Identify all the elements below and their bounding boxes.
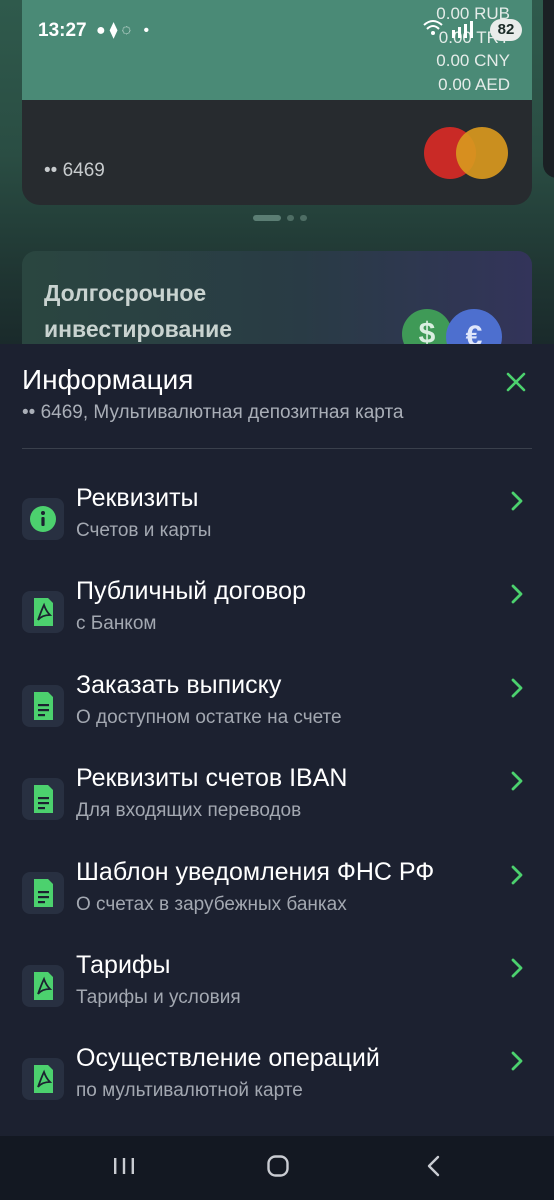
sheet-title: Информация [22,364,194,395]
menu-item-label: Тарифы [76,951,171,979]
icon-container [22,685,64,727]
menu-item-label: Осуществление операций [76,1044,380,1072]
sheet-subtitle: •• 6469, Мультивалютная депозитная карта [22,402,404,423]
menu-item-description: О счетах в зарубежных банках [76,894,347,915]
menu-item-label: Реквизиты счетов IBAN [76,764,348,792]
menu-item-label: Шаблон уведомления ФНС РФ [76,858,435,886]
dollar-coin-icon: $ [402,309,452,345]
menu-item-description: с Банком [76,613,157,634]
text-document-icon [34,785,53,813]
status-time: 13:27 [38,20,87,41]
chevron-right-icon [508,490,526,512]
chevron-right-icon [508,1050,526,1072]
chevron-right-icon [508,770,526,792]
menu-item-label: Реквизиты [76,484,199,512]
pdf-document-icon [34,972,53,1000]
home-icon[interactable] [266,1154,290,1183]
promo-title: Долгосрочное инвестирование [44,280,233,342]
icon-container [22,1058,64,1100]
info-bottom-sheet: Информация •• 6469, Мультивалютная депоз… [0,344,554,1136]
pdf-document-icon [34,598,53,626]
icon-container [22,778,64,820]
battery-indicator: 82 [490,19,522,41]
menu-item-description: Для входящих переводов [76,800,302,821]
pdf-document-icon [34,1065,53,1093]
system-navigation-bar [0,1136,554,1200]
menu-item-iban-requisites[interactable]: Реквизиты счетов IBAN Для входящих перев… [0,764,554,844]
close-icon[interactable] [500,366,532,398]
menu-item-description: Тарифы и условия [76,987,241,1008]
chevron-right-icon [508,957,526,979]
icon-container [22,965,64,1007]
mastercard-logo [424,127,508,179]
pager-dot [300,215,307,221]
menu-item-tariffs[interactable]: Тарифы Тарифы и условия [0,951,554,1031]
menu-item-order-statement[interactable]: Заказать выписку О доступном остатке на … [0,671,554,751]
icon-container [22,591,64,633]
status-bar: 13:27 ●⧫◌ • 82 [0,0,554,60]
chevron-right-icon [508,583,526,605]
menu-item-description: Счетов и карты [76,520,212,541]
back-icon[interactable] [422,1154,446,1183]
menu-item-public-contract[interactable]: Публичный договор с Банком [0,577,554,657]
menu-item-label: Публичный договор [76,577,306,605]
balance-aed: 0.00 AED [438,74,510,94]
notification-icons: ●⧫◌ • [96,22,154,39]
card-number: •• 6469 [44,160,105,181]
menu-item-fns-notification-template[interactable]: Шаблон уведомления ФНС РФ О счетах в зар… [0,858,554,938]
sheet-divider [22,448,532,449]
menu-item-requisites[interactable]: Реквизиты Счетов и карты [0,484,554,564]
chevron-right-icon [508,864,526,886]
icon-container [22,498,64,540]
chevron-right-icon [508,677,526,699]
wifi-signal-icons [422,18,486,44]
card-pager [253,215,307,221]
menu-item-operations[interactable]: Осуществление операций по мультивалютной… [0,1044,554,1124]
euro-coin-icon: € [446,309,502,345]
text-document-icon [34,692,53,720]
info-icon [30,506,56,532]
menu-item-description: по мультивалютной карте [76,1080,303,1101]
menu-item-description: О доступном остатке на счете [76,707,342,728]
menu-item-label: Заказать выписку [76,671,282,699]
icon-container [22,872,64,914]
text-document-icon [34,879,53,907]
investment-promo-banner[interactable]: Долгосрочное инвестирование $ € [22,251,532,345]
pager-dot-active [253,215,281,221]
pager-dot [287,215,294,221]
recent-apps-icon[interactable] [112,1154,136,1183]
